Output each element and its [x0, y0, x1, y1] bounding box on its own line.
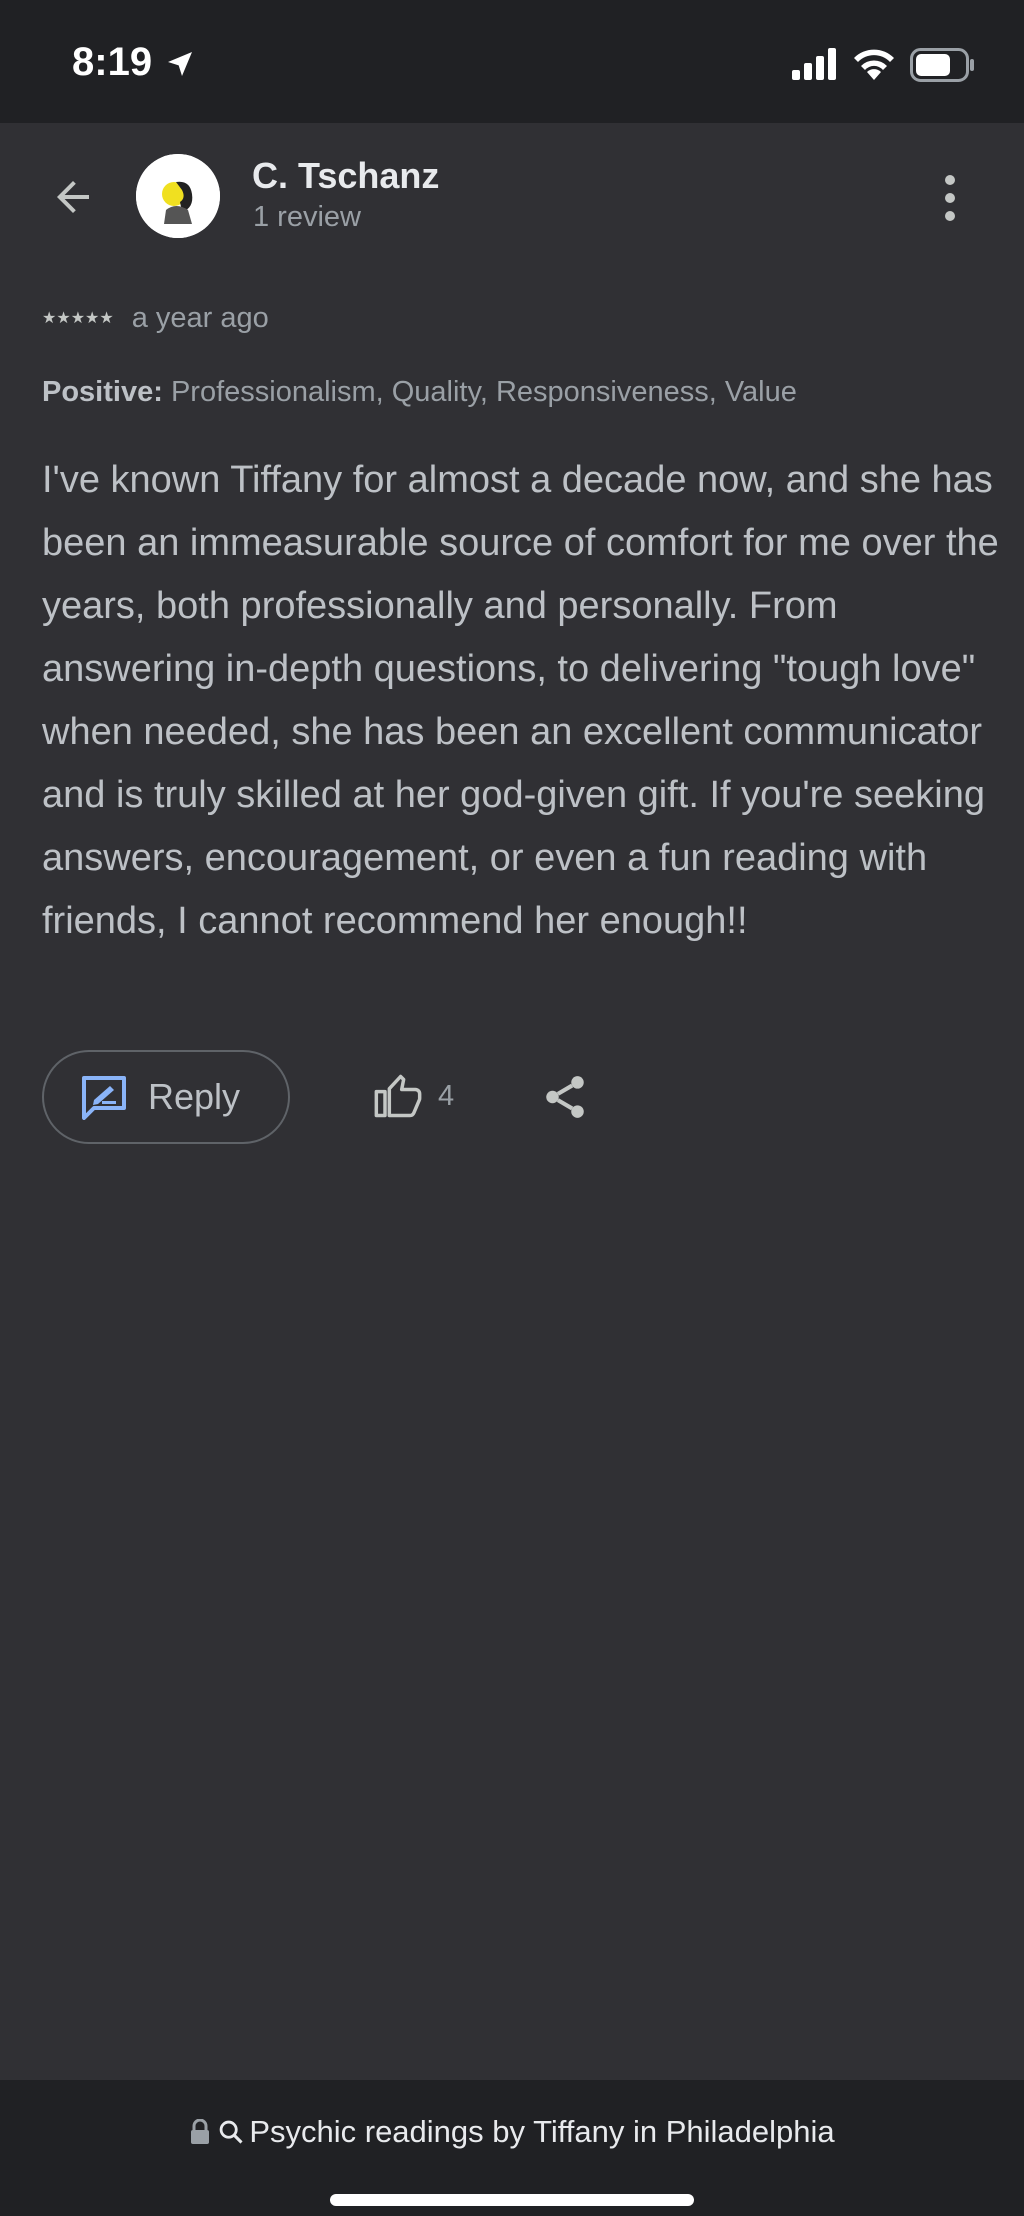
more-options-button[interactable] [930, 168, 970, 228]
positive-label: Positive: [42, 376, 163, 408]
thumbs-up-icon [374, 1074, 422, 1118]
url-bar[interactable]: Psychic readings by Tiffany in Philadelp… [0, 2114, 1024, 2150]
review-time: a year ago [131, 301, 269, 334]
star-rating: ★★★★★ [42, 310, 114, 327]
avatar-image [136, 154, 220, 238]
share-button[interactable] [540, 1072, 590, 1127]
review-text: I've known Tiffany for almost a decade n… [42, 459, 999, 942]
like-button[interactable]: 4 [372, 1070, 454, 1122]
review-header: C. Tschanz 1 review [0, 123, 1024, 273]
positive-attributes: Positive: Professionalism, Quality, Resp… [42, 376, 797, 409]
lock-icon [191, 2119, 210, 2144]
url-text: Psychic readings by Tiffany in Philadelp… [249, 2114, 835, 2149]
back-button[interactable] [44, 168, 102, 226]
battery-icon [910, 48, 974, 82]
search-icon [220, 2120, 243, 2144]
reviewer-name[interactable]: C. Tschanz [252, 155, 439, 197]
reply-icon [82, 1076, 126, 1120]
review-count: 1 review [253, 201, 361, 233]
more-vert-icon [945, 175, 955, 185]
status-time: 8:19 [72, 40, 153, 84]
browser-bottom-bar: Psychic readings by Tiffany in Philadelp… [0, 2080, 1024, 2216]
wifi-icon [854, 49, 894, 80]
rating-row: ★★★★★ a year ago [42, 296, 269, 340]
location-arrow-icon [168, 52, 192, 76]
share-icon [546, 1076, 584, 1118]
positive-items: Professionalism, Quality, Responsiveness… [170, 376, 797, 408]
back-arrow-icon [57, 181, 89, 213]
home-indicator[interactable] [330, 2194, 694, 2206]
reply-button[interactable]: Reply [42, 1050, 290, 1144]
reply-label: Reply [148, 1076, 241, 1117]
avatar[interactable] [136, 154, 220, 238]
like-count: 4 [438, 1079, 455, 1112]
signal-icon [792, 48, 836, 80]
status-bar: 8:19 [0, 0, 1024, 123]
